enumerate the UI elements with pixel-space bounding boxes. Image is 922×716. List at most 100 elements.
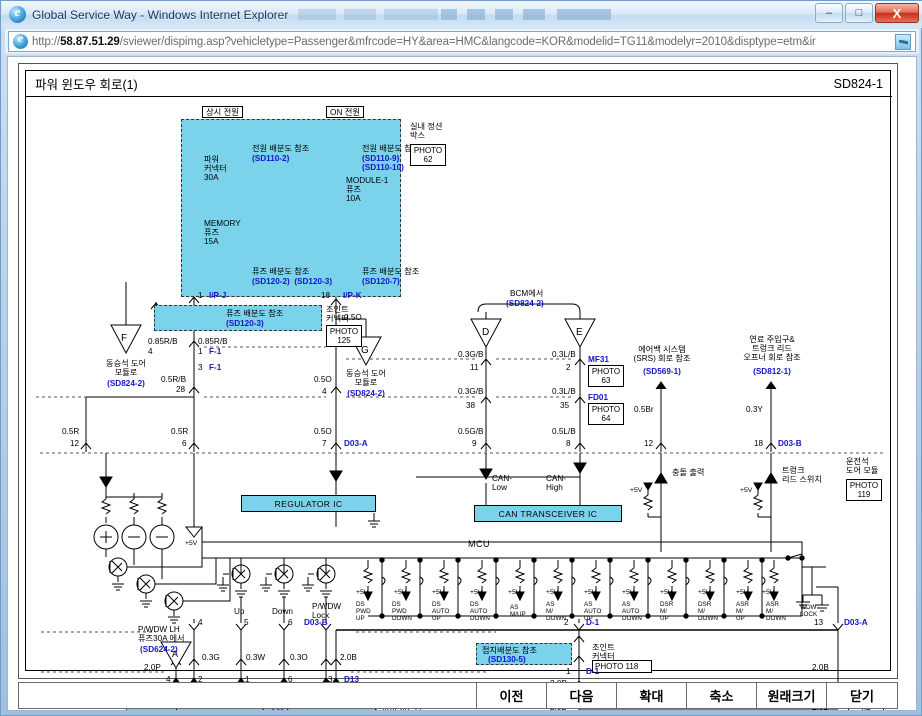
pin-2: 2 [566,363,571,372]
pwdw-lh-fuse-code: (SD624-2) [140,645,178,654]
pin-3: 3 [198,363,203,372]
fuse-dist-ref-right: 퓨즈 배분도 참조 [362,267,420,276]
address-input[interactable]: http://58.87.51.29/sviewer/dispimg.asp?v… [8,31,916,52]
zoom-in-button[interactable]: 확대 [617,683,687,708]
switch-label-9: DSR M/ DOWN [698,601,718,623]
pin-9: 9 [472,439,477,448]
connector-f1b: F-1 [209,363,222,372]
v5-sw-4: +5V [470,589,483,596]
wire-d1: 0.3L/B [552,350,576,359]
fuel-trunk-ref: 연료 주입구& 트렁크 리드 오프너 회로 참조 [743,335,801,363]
fuse-dist-ref-left-codes: (SD120-2) (SD120-3) [252,277,333,286]
wire-h3: 2.0B [812,663,829,672]
v5-sw-6: +5V [546,589,559,596]
wire-g1: 0.3G [202,653,220,662]
switch-label-5: AS M/ DOWN [546,601,566,623]
switch-label-11: ASR M/ DOWN [766,601,786,623]
close-viewer-button[interactable]: 닫기 [827,683,897,708]
prev-button[interactable]: 이전 [477,683,547,708]
switch-label-1: DS PWD DOWN [392,601,412,623]
switch-label-3: DS AUTO DOWN [470,601,490,623]
motor-up-label: Up [234,607,245,616]
connector-letter-f: F [121,333,128,344]
wire-c3: 0.5G/B [458,427,484,436]
zoom-out-button[interactable]: 축소 [687,683,757,708]
joint-connector-photo: PHOTO 125 [326,325,362,348]
power-dist-ref-1: 전원 배분도 참조 [252,144,310,153]
page-favicon-icon [13,31,28,49]
pin-12b: 12 [644,439,654,448]
pin-11: 11 [470,363,479,372]
indoor-junction-box-label: 실내 정션 박스 [410,122,443,141]
go-refresh-icon[interactable] [895,33,911,50]
module1-fuse-label: MODULE-1 퓨즈 10A [346,176,389,204]
close-button[interactable]: X [875,3,919,23]
browser-window: Global Service Way - Windows Internet Ex… [0,0,922,716]
next-button[interactable]: 다음 [547,683,617,708]
srs-circuit-ref: 에어백 시스템 (SRS) 회로 참조 [633,345,691,364]
wire-b3: 0.5O [314,427,332,436]
power-dist-ref-1-code: (SD110-2) [252,154,290,163]
address-url-text: http://58.87.51.29/sviewer/dispimg.asp?v… [32,36,895,48]
pin-1-d1: 1 [566,667,571,676]
wiring-diagram-canvas: 상시 전원 ON 전원 전원 배분도 참조 (SD110-2) 파워 커넥터 3… [26,97,892,710]
pin-6b: 6 [288,618,293,627]
original-size-button[interactable]: 원래크기 [757,683,827,708]
wire-g5: 2.0P [144,663,161,672]
pin-38: 38 [466,401,476,410]
minimize-button[interactable]: – [815,3,843,23]
regulator-ic: REGULATOR IC [241,495,376,512]
pin-7: 7 [322,439,327,448]
internet-explorer-icon [9,4,26,23]
url-path: /sviewer/dispimg.asp?vehicletype=Passeng… [119,35,816,48]
connector-mf31: MF31 [588,355,609,364]
url-host: 58.87.51.29 [60,35,120,48]
v5-sw-12: +5V [762,589,775,596]
passenger-door-module-f: 동승석 도어 모듈로 [106,359,146,378]
wire-d2: 0.3L/B [552,387,576,396]
joint-connector-2-photo: PHOTO 118 [592,660,652,674]
passenger-door-module-f-code: (SD824-2) [107,379,145,388]
driver-door-module-label: 운전석 도어 모듈 [846,457,879,476]
title-overlay-artifact [298,9,439,20]
pin-8: 8 [566,439,571,448]
mf31-photo: PHOTO 63 [588,365,624,388]
pin-4c: 4 [198,618,203,627]
switch-label-2: DS AUTO UP [432,601,450,623]
v5-sw-10: +5V [698,589,711,596]
ground-dist-ref-code: (SD130-5) [488,655,526,664]
fuse-dist-ref-left: 퓨즈 배분도 참조 [252,267,310,276]
v5-sw-7: +5V [584,589,597,596]
maximize-button[interactable]: □ [845,3,873,23]
pin-4b: 4 [322,387,327,396]
connector-ipk: I/P-K [343,291,362,300]
bcm-from-label: BCM에서 [510,289,544,298]
switch-label-8: DSR M/ UP [660,601,674,623]
fuse-dist-ref-mid: 퓨즈 배분도 참조 [226,309,284,318]
connector-letter-d: D [482,327,490,338]
v5-sw-8: +5V [622,589,635,596]
driver-door-module-photo: PHOTO 119 [846,479,882,502]
v5-crash: +5V [630,487,643,494]
v5-sw-2: +5V [394,589,407,596]
pin-35: 35 [560,401,570,410]
pin-13: 13 [814,618,824,627]
pin-12: 12 [70,439,80,448]
v5-regulator: +5V [185,540,198,547]
switch-label-0: DS PWD UP [356,601,371,623]
switch-label-10: ASR M/ UP [736,601,749,623]
connector-d1a: D-1 [586,618,600,627]
power-dist-ref-2-code-a: (SD110-9) [362,154,400,163]
title-bar: Global Service Way - Windows Internet Ex… [1,1,922,28]
motor-down-label: Down [272,607,293,616]
fuse-dist-ref-mid-code: (SD120-3) [226,319,264,328]
ground-dist-ref: 접지배분도 참조 [482,646,538,655]
constant-power-label: 상시 전원 [202,106,243,119]
passenger-door-module-g-code: (SD824-2) [347,389,385,398]
wire-a1: 0.85R/B [148,337,178,346]
v5-sw-3: +5V [432,589,445,596]
srs-circuit-ref-code: (SD569-1) [643,367,681,376]
pin-2b: 2 [564,618,569,627]
diagram-code: SD824-1 [833,76,883,91]
passenger-door-module-g: 동승석 도어 모듈로 [346,369,386,388]
